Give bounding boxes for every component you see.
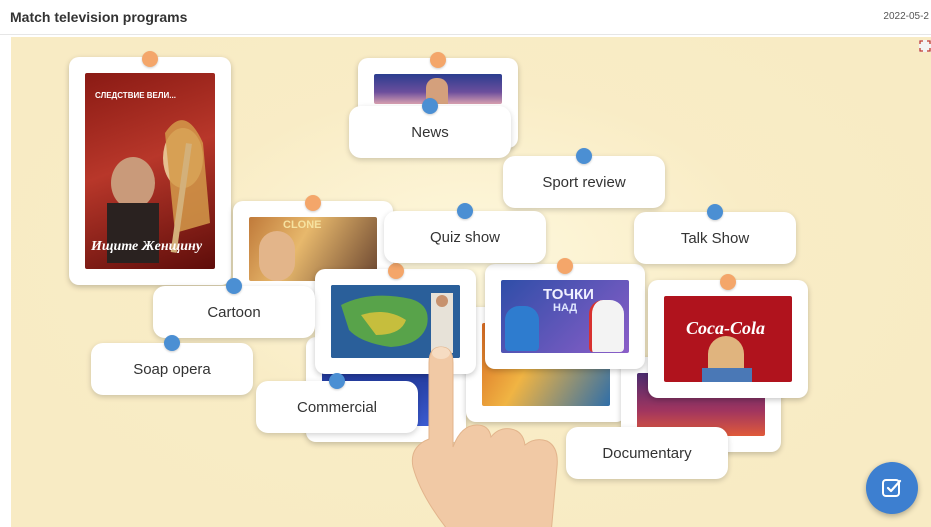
- check-square-icon: [882, 479, 902, 497]
- poster-photo: СЛЕДСТВИЕ ВЕЛИ... Ищите Женщину: [85, 73, 215, 269]
- poster-subtitle: Ищите Женщину: [91, 239, 203, 254]
- page-title: Match television programs: [10, 9, 188, 25]
- cola-photo: Coca-Cola: [664, 296, 792, 382]
- poster-title: СЛЕДСТВИЕ ВЕЛИ...: [95, 91, 176, 100]
- pin[interactable]: [457, 203, 473, 219]
- pin[interactable]: [707, 204, 723, 220]
- pointing-hand-icon: [411, 346, 558, 527]
- game-board: СЛЕДСТВИЕ ВЕЛИ... Ищите Женщину CLONE ТО…: [11, 37, 931, 527]
- image-card-poster[interactable]: СЛЕДСТВИЕ ВЕЛИ... Ищите Женщину: [69, 51, 231, 285]
- label-talk-show[interactable]: Talk Show: [634, 204, 796, 264]
- label-soap-opera[interactable]: Soap opera: [91, 335, 253, 395]
- pin[interactable]: [422, 98, 438, 114]
- pin[interactable]: [430, 52, 446, 68]
- label-quiz-show[interactable]: Quiz show: [384, 203, 546, 263]
- clone-text: CLONE: [283, 219, 322, 231]
- check-answer-button[interactable]: [866, 462, 918, 514]
- label-sport-review[interactable]: Sport review: [503, 148, 665, 208]
- pin[interactable]: [387, 263, 404, 279]
- label-news[interactable]: News: [349, 98, 511, 158]
- pin[interactable]: [557, 258, 573, 274]
- sport-text-1: ТОЧКИ: [543, 286, 594, 303]
- pin[interactable]: [305, 195, 321, 211]
- label-cartoon[interactable]: Cartoon: [153, 278, 315, 338]
- fullscreen-icon[interactable]: [919, 40, 931, 52]
- pin[interactable]: [226, 278, 242, 294]
- pin[interactable]: [576, 148, 592, 164]
- pin[interactable]: [329, 373, 345, 389]
- pin[interactable]: [720, 274, 736, 290]
- top-bar: Match television programs 2022-05-2: [0, 0, 931, 35]
- news-photo: [374, 74, 502, 104]
- image-card-cola[interactable]: Coca-Cola: [648, 274, 808, 398]
- pin[interactable]: [164, 335, 180, 351]
- date-label: 2022-05-2: [883, 11, 929, 22]
- pin[interactable]: [142, 51, 158, 67]
